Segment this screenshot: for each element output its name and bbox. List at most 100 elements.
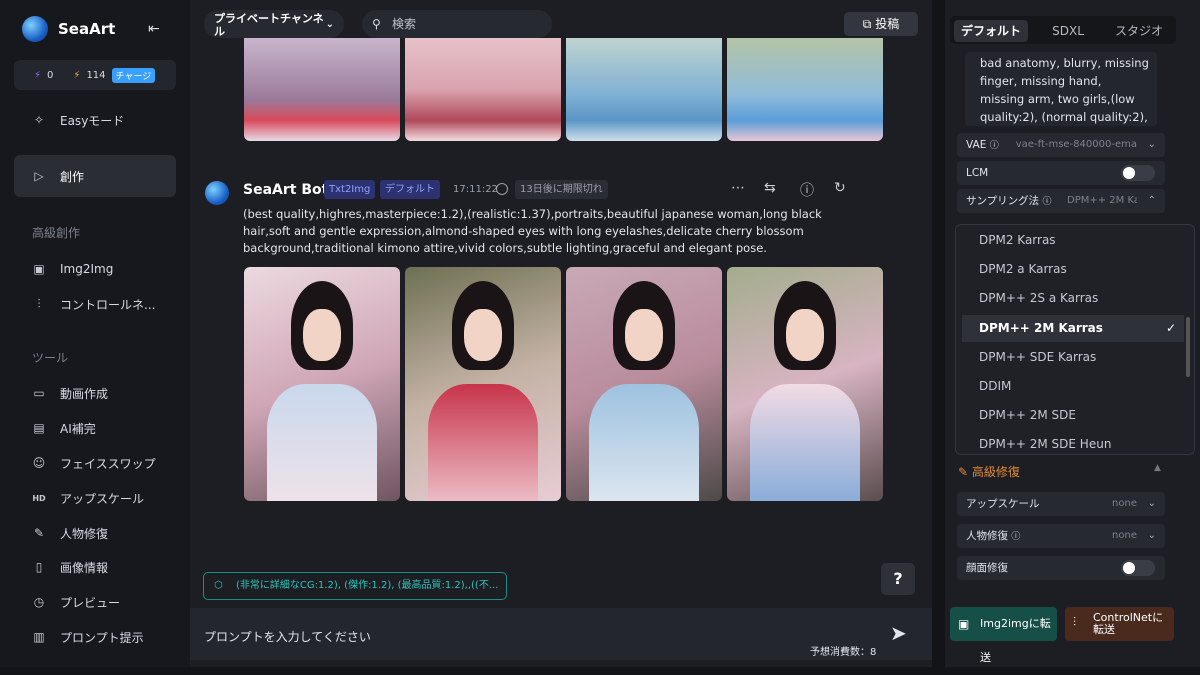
send-icon[interactable]: ➤ bbox=[890, 621, 907, 645]
energy-count: 0 bbox=[47, 69, 54, 81]
book-icon: ▯ bbox=[35, 560, 43, 574]
image-figure-face bbox=[464, 309, 502, 361]
image-figure-face bbox=[625, 309, 663, 361]
prompt-suggestion-chip[interactable]: ⬡ (非常に詳細なCG:1.2), (傑作:1.2), (最高品質:1.2),,… bbox=[203, 572, 507, 600]
generated-image-2[interactable] bbox=[405, 267, 561, 501]
sidebar-item-image-info[interactable]: ▯ 画像情報 bbox=[14, 551, 176, 583]
check-icon: ✓ bbox=[1165, 321, 1176, 335]
translate-icon[interactable]: ⇆ bbox=[764, 180, 776, 196]
portrait-fix-select[interactable]: 人物修復 ⓘ none ⌄ bbox=[957, 524, 1165, 548]
sampler-option[interactable]: DPM++ 2M SDE Heun bbox=[962, 431, 1184, 454]
post-label: 投稿 bbox=[875, 17, 900, 31]
sidebar: SeaArt ⇤ ⚡ 0 ⚡ 114 チャージ ✧ Easyモード ▷ 創作 高… bbox=[0, 0, 190, 667]
bot-name: SeaArt Bot bbox=[243, 182, 329, 198]
charge-button[interactable]: チャージ bbox=[111, 67, 156, 83]
sampler-option[interactable]: DPM++ 2M SDE bbox=[962, 402, 1184, 429]
face-icon: ☺ bbox=[32, 456, 46, 470]
channel-selector[interactable]: プライベートチャンネル ⌄ bbox=[204, 10, 344, 38]
sidebar-item-ai-fill[interactable]: ▤ AI補完 bbox=[14, 412, 176, 444]
dropdown-scrollbar[interactable] bbox=[1186, 317, 1190, 377]
post-button[interactable]: ⧉ 投稿 bbox=[844, 12, 918, 36]
chip-text: (非常に詳細なCG:1.2), (傑作:1.2), (最高品質:1.2),,((… bbox=[236, 580, 499, 591]
sampler-option[interactable]: DPM2 Karras bbox=[962, 227, 1184, 254]
previous-image-4[interactable] bbox=[727, 38, 883, 141]
generated-image-3[interactable] bbox=[566, 267, 722, 501]
sidebar-item-img2img[interactable]: ▣ Img2Img bbox=[14, 253, 176, 285]
send-to-img2img-button[interactable]: ▣ Img2imgに転送 bbox=[950, 607, 1057, 664]
prompt-composer[interactable]: プロンプトを入力してください ➤ 予想消費数：8 bbox=[190, 608, 932, 660]
regenerate-icon[interactable]: ↻ bbox=[834, 180, 846, 196]
sampler-option[interactable]: DPM++ SDE Karras bbox=[962, 344, 1184, 371]
sidebar-item-video[interactable]: ▭ 動画作成 bbox=[14, 377, 176, 409]
search-input[interactable]: ⚲ 検索 bbox=[362, 10, 552, 38]
sliders-icon: ⫶ bbox=[1073, 615, 1077, 629]
lcm-toggle[interactable] bbox=[1121, 165, 1155, 181]
face-fix-toggle[interactable] bbox=[1121, 560, 1155, 576]
help-button[interactable]: ? bbox=[881, 563, 915, 595]
sidebar-item-label: プレビュー bbox=[60, 595, 121, 610]
advanced-fix-label: 高級修復 bbox=[971, 465, 1020, 479]
vae-select[interactable]: VAE ⓘ vae-ft-mse-840000-ema ⌄ bbox=[957, 133, 1165, 157]
collapse-sidebar-icon[interactable]: ⇤ bbox=[148, 21, 160, 37]
sampler-option[interactable]: DPM2 a Karras bbox=[962, 256, 1184, 283]
sampler-dropdown: DPM2 Karras DPM2 a Karras DPM++ 2S a Kar… bbox=[955, 224, 1195, 455]
image-figure-kimono bbox=[750, 384, 860, 501]
sparkle-icon: ✧ bbox=[33, 113, 45, 127]
prompt-input[interactable]: プロンプトを入力してください bbox=[204, 628, 371, 645]
sidebar-item-create[interactable]: ▷ 創作 bbox=[14, 155, 176, 197]
info-icon: ⓘ bbox=[1011, 532, 1021, 542]
lcm-row: LCM bbox=[957, 161, 1165, 185]
sampler-select[interactable]: サンプリング法 ⓘ DPM++ 2M Karras ⌃ bbox=[957, 189, 1165, 213]
image-figure-kimono bbox=[428, 384, 538, 501]
video-icon: ▭ bbox=[33, 386, 45, 400]
tab-default[interactable]: デフォルト bbox=[954, 20, 1028, 42]
sidebar-item-label: アップスケール bbox=[60, 491, 145, 506]
estimated-cost: 予想消費数：8 bbox=[810, 647, 877, 658]
bolt-count: 114 bbox=[86, 69, 106, 81]
sampler-option[interactable]: DDIM bbox=[962, 373, 1184, 400]
negative-prompt-field[interactable]: bad anatomy, blurry, missing finger, mis… bbox=[965, 52, 1157, 126]
send-to-controlnet-button[interactable]: ⫶ ControlNetに転送 bbox=[1065, 607, 1174, 641]
seaart-logo[interactable] bbox=[22, 16, 48, 42]
generated-image-4[interactable] bbox=[727, 267, 883, 501]
tab-sdxl[interactable]: SDXL bbox=[1036, 20, 1100, 42]
upscale-select[interactable]: アップスケール none ⌄ bbox=[957, 492, 1165, 516]
section-tools-heading: ツール bbox=[32, 351, 69, 365]
previous-image-2[interactable] bbox=[405, 38, 561, 141]
sidebar-item-preview[interactable]: ◷ プレビュー bbox=[14, 586, 176, 618]
chevron-down-icon: ⌄ bbox=[1147, 139, 1156, 150]
default-tag: デフォルト bbox=[380, 180, 440, 199]
sidebar-item-label: AI補完 bbox=[60, 421, 96, 436]
sidebar-item-face-swap[interactable]: ☺ フェイススワップ bbox=[14, 447, 176, 479]
more-icon[interactable]: ⋯ bbox=[731, 180, 745, 196]
controlnet-button-label: ControlNetに転送 bbox=[1093, 611, 1164, 636]
model-tabs: デフォルト SDXL スタジオ bbox=[950, 16, 1176, 44]
info-icon: ⓘ bbox=[1042, 197, 1052, 207]
cube-icon: ⬡ bbox=[214, 580, 223, 591]
sampler-option[interactable]: DPM++ 2S a Karras bbox=[962, 285, 1184, 312]
sidebar-item-controlnet[interactable]: ⫶ コントロールネ... bbox=[14, 288, 176, 320]
wand-icon: ✎ bbox=[958, 465, 969, 479]
advanced-fix-heading[interactable]: ✎ 高級修復 ▲ bbox=[958, 463, 1161, 480]
info-icon[interactable]: ⓘ bbox=[800, 180, 814, 200]
sampler-label: サンプリング法 bbox=[966, 195, 1040, 207]
previous-image-1[interactable] bbox=[244, 38, 400, 141]
sidebar-item-upscale[interactable]: HD アップスケール bbox=[14, 482, 176, 514]
tab-studio[interactable]: スタジオ bbox=[1106, 20, 1172, 42]
sidebar-item-easy-mode[interactable]: ✧ Easyモード bbox=[14, 104, 176, 136]
sidebar-item-prompt-hint[interactable]: ▥ プロンプト提示 bbox=[14, 621, 176, 653]
previous-image-3[interactable] bbox=[566, 38, 722, 141]
sampler-option-selected[interactable]: DPM++ 2M Karras ✓ bbox=[962, 315, 1184, 342]
generated-image-1[interactable] bbox=[244, 267, 400, 501]
bolt-icon: ⚡ bbox=[73, 69, 81, 81]
bot-avatar bbox=[205, 181, 229, 205]
portrait-fix-label: 人物修復 bbox=[966, 530, 1008, 542]
image-figure-kimono bbox=[267, 384, 377, 501]
sidebar-item-label: フェイススワップ bbox=[60, 456, 156, 471]
sidebar-item-portrait-fix[interactable]: ✎ 人物修復 bbox=[14, 517, 176, 549]
preview-icon: ◷ bbox=[33, 595, 45, 609]
chevron-down-icon: ⌄ bbox=[1147, 530, 1156, 541]
info-icon: ⓘ bbox=[989, 141, 999, 151]
sidebar-item-label: 人物修復 bbox=[60, 526, 109, 541]
toggle-knob bbox=[1123, 562, 1135, 574]
